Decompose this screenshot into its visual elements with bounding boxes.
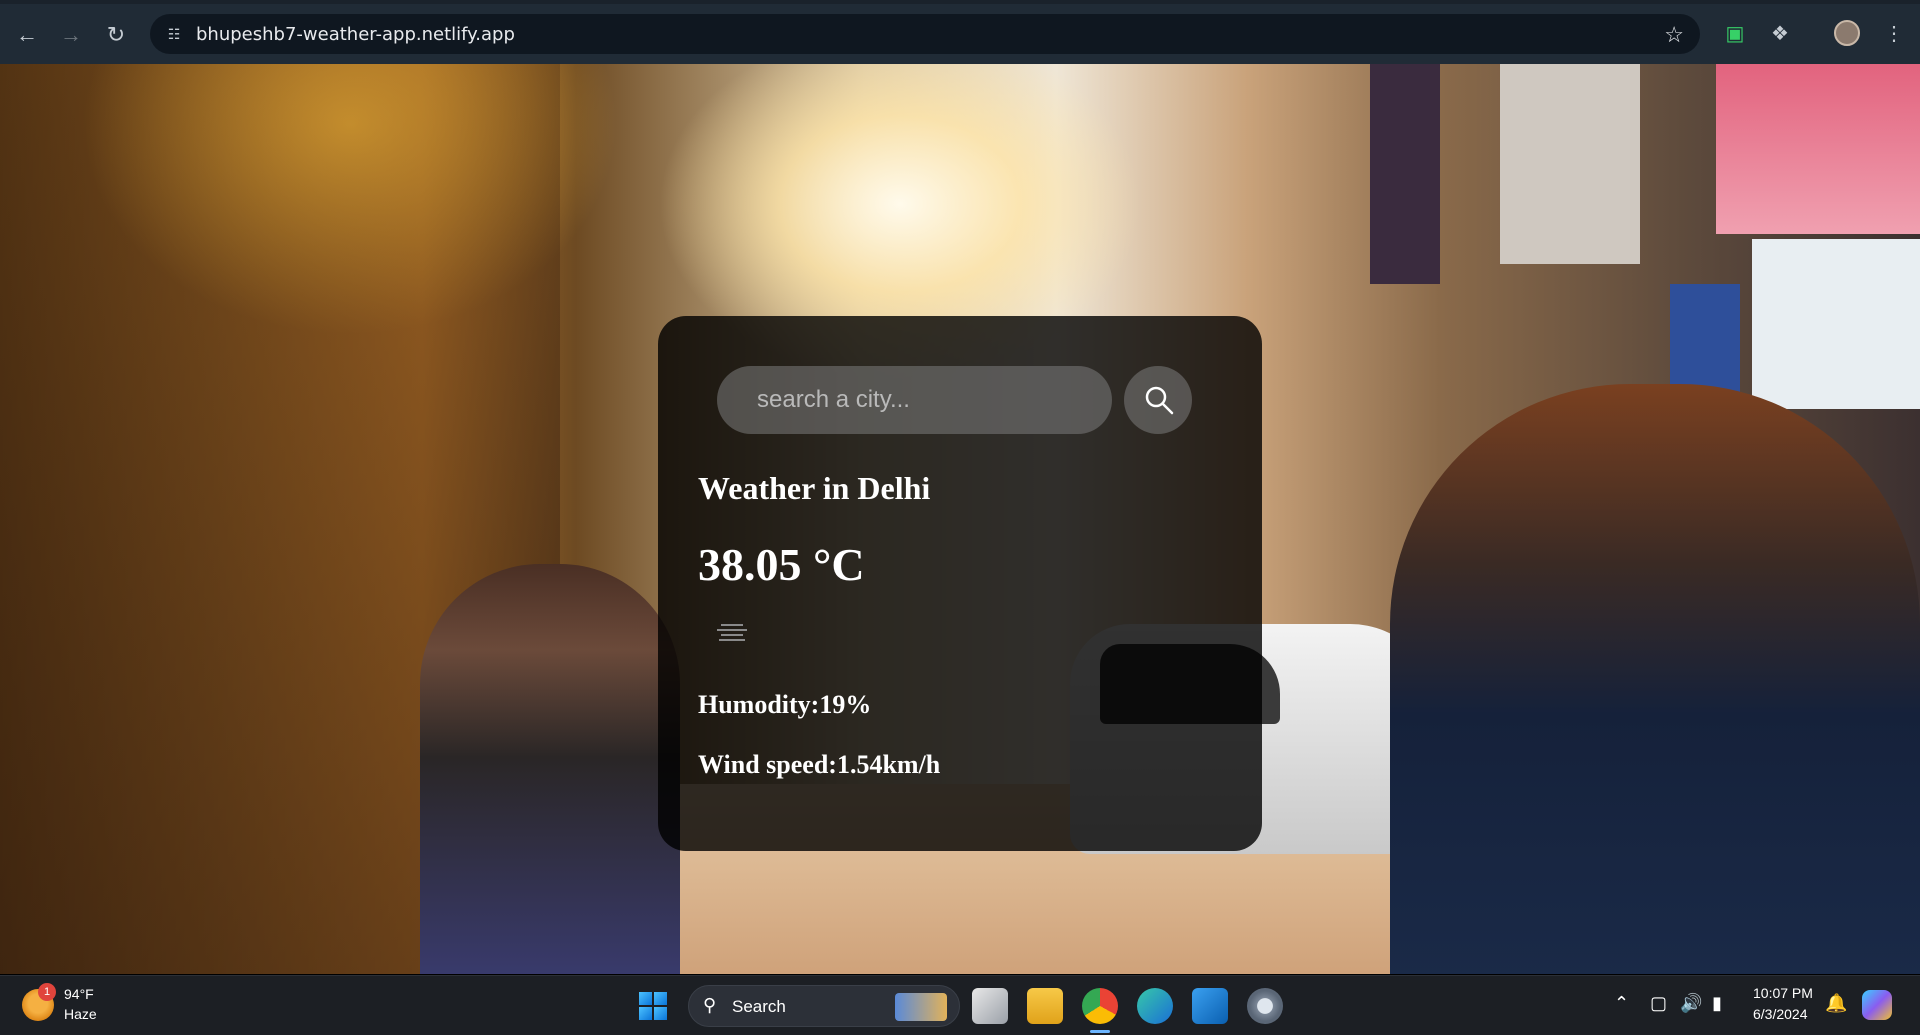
address-bar[interactable]: ☷ bhupeshb7-weather-app.netlify.app ☆ [150,14,1700,54]
taskbar-search[interactable]: ⚲ Search [688,985,960,1027]
city-heading: Weather in Delhi [698,470,931,506]
profile-avatar[interactable] [1834,20,1860,46]
person [1390,384,1920,974]
file-explorer-icon[interactable] [1027,988,1063,1024]
reload-icon[interactable]: ↻ [101,20,131,50]
forward-arrow-icon[interactable]: → [56,20,86,50]
page-background: Weather in Delhi 38.05 °C Humodity:19% W… [0,64,1920,974]
city-search-input[interactable] [717,366,1112,434]
network-icon[interactable]: ▢ [1650,993,1667,1014]
background-sign [1752,239,1920,409]
url-text[interactable]: bhupeshb7-weather-app.netlify.app [196,24,515,45]
wind-speed-text: Wind speed:1.54km/h [698,750,941,779]
search-highlight-image [895,993,947,1021]
background-sign [1500,64,1640,264]
extension-icon[interactable]: ▣ [1721,20,1749,48]
site-info-icon[interactable]: ☷ [164,24,184,44]
back-arrow-icon[interactable]: ← [12,20,42,50]
search-icon [1145,386,1174,415]
notification-bell-icon[interactable]: 🔔 [1825,993,1847,1014]
copilot-icon[interactable] [1862,990,1892,1020]
tab-strip [0,0,1920,4]
search-icon: ⚲ [703,995,717,1015]
temperature: 38.05 °C [698,539,865,590]
windows-start-icon[interactable] [639,992,667,1020]
browser-toolbar: ← → ↻ ☷ bhupeshb7-weather-app.netlify.ap… [0,0,1920,64]
notification-badge: 1 [38,983,56,1001]
extensions-puzzle-icon[interactable]: ❖ [1766,20,1794,48]
person [420,564,680,974]
background-sign [1370,64,1440,284]
volume-icon[interactable]: 🔊 [1680,993,1702,1014]
background-sign [1716,64,1920,234]
taskbar: 1 94°F Haze ⚲ Search ⌃ ▢ 🔊 ▮ 10:07 PM 6/… [0,975,1920,1035]
settings-gear-icon[interactable] [1247,988,1283,1024]
taskbar-search-label: Search [732,997,786,1016]
active-app-indicator [1090,1030,1110,1033]
vscode-icon[interactable] [1192,988,1228,1024]
clock-time[interactable]: 10:07 PM [1753,985,1813,1001]
humidity-text: Humodity:19% [698,690,872,719]
chrome-icon[interactable] [1082,988,1118,1024]
clock-date[interactable]: 6/3/2024 [1753,1006,1808,1022]
weather-temp[interactable]: 94°F [64,986,94,1002]
haze-icon [716,621,748,645]
battery-icon[interactable]: ▮ [1712,993,1722,1014]
task-view-icon[interactable] [972,988,1008,1024]
chevron-up-icon[interactable]: ⌃ [1614,993,1629,1014]
bookmark-star-icon[interactable]: ☆ [1664,22,1684,48]
weather-card: Weather in Delhi 38.05 °C Humodity:19% W… [658,316,1262,851]
menu-kebab-icon[interactable]: ⋮ [1880,20,1908,48]
weather-condition[interactable]: Haze [64,1006,97,1022]
edge-icon[interactable] [1137,988,1173,1024]
search-button[interactable] [1124,366,1192,434]
